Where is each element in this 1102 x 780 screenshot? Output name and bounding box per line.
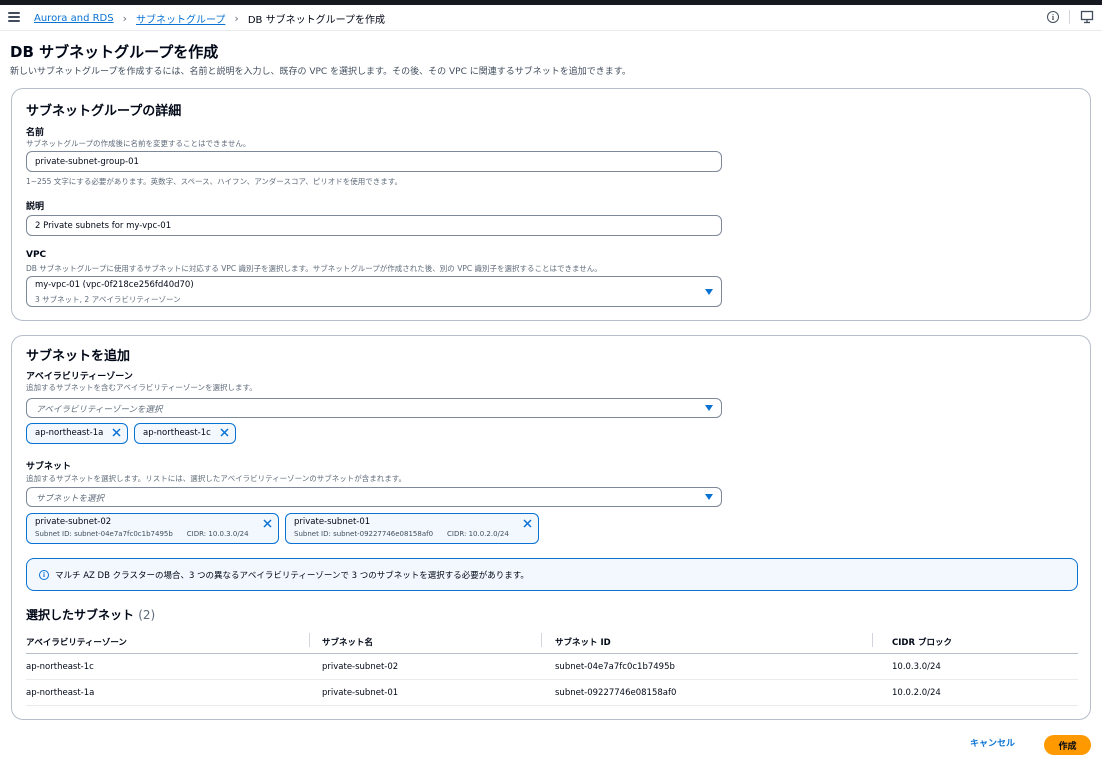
description-label: 説明 [26,202,45,212]
column-divider [541,633,542,647]
vpc-value: my-vpc-01 (vpc-0f218ce256fd40d70) [35,280,194,290]
subnet-token-meta: Subnet ID: subnet-04e7a7fc0c1b7495b CIDR:… [35,530,270,538]
az-label: アベイラビリティーゾーン [26,372,133,382]
close-icon[interactable] [111,427,122,438]
chevron-right-icon: › [122,12,128,25]
table-header: アベイラビリティーゾーン サブネット名 サブネット ID CIDR ブロック [26,628,1078,654]
caret-down-icon [705,494,713,500]
column-divider [309,633,310,647]
close-icon[interactable] [522,518,533,529]
name-description: サブネットグループの作成後に名前を変更することはできません。 [26,139,251,148]
caret-down-icon [705,289,713,295]
cell-subnet-id: subnet-09227746e08158af0 [555,688,677,698]
az-placeholder: アベイラビリティーゾーンを選択 [36,405,163,415]
info-icon[interactable]: i [1047,11,1059,23]
cancel-button[interactable]: キャンセル [970,736,1015,749]
subnet-token: private-subnet-01 Subnet ID: subnet-0922… [285,513,539,544]
cell-subnet-id: subnet-04e7a7fc0c1b7495b [555,662,675,672]
top-bar: Aurora and RDS › サブネットグループ › DB サブネットグルー… [0,5,1102,31]
column-divider [872,633,873,647]
subnet-token-id: Subnet ID: subnet-09227746e08158af0 [294,530,434,538]
subnet-token-meta: Subnet ID: subnet-09227746e08158af0 CIDR:… [294,530,530,538]
name-input[interactable]: private-subnet-group-01 [26,151,722,172]
name-label: 名前 [26,128,45,138]
table-row: ap-northeast-1a private-subnet-01 subnet… [26,680,1078,706]
info-icon: i [39,570,49,580]
table-row: ap-northeast-1c private-subnet-02 subnet… [26,654,1078,680]
breadcrumb-current: DB サブネットグループを作成 [247,15,385,26]
alert-text: マルチ AZ DB クラスターの場合、3 つの異なるアベイラビリティーゾーンで … [55,571,529,581]
subnet-token-cidr: CIDR: 10.0.3.0/24 [186,530,249,538]
close-icon[interactable] [219,427,230,438]
subnet-token-name: private-subnet-02 [35,517,112,527]
caret-down-icon [705,405,713,411]
description-input[interactable]: 2 Private subnets for my-vpc-01 [26,215,722,236]
selected-subnets-title: 選択したサブネット (2) [26,606,155,623]
subnet-token-cidr: CIDR: 10.0.2.0/24 [447,530,509,538]
cell-cidr: 10.0.3.0/24 [892,662,941,672]
az-select[interactable]: アベイラビリティーゾーンを選択 [26,398,722,418]
subnet-token: private-subnet-02 Subnet ID: subnet-04e7… [26,513,279,544]
cell-subnet-name: private-subnet-02 [322,662,399,672]
az-description: 追加するサブネットを含むアベイラビリティーゾーンを選択します。 [26,383,257,392]
chevron-right-icon: › [234,12,239,25]
info-alert: i マルチ AZ DB クラスターの場合、3 つの異なるアベイラビリティーゾーン… [26,558,1078,591]
subnet-select[interactable]: サブネットを選択 [26,487,722,507]
column-header-cidr: CIDR ブロック [892,638,952,648]
az-token-label: ap-northeast-1a [35,428,104,438]
panel-title: サブネットを追加 [26,349,131,364]
breadcrumb-subnet-groups[interactable]: サブネットグループ [136,11,225,26]
breadcrumb: Aurora and RDS › サブネットグループ › DB サブネットグルー… [34,11,385,26]
subnet-placeholder: サブネットを選択 [36,494,105,504]
vpc-description: DB サブネットグループに使用するサブネットに対応する VPC 識別子を選択しま… [26,264,602,273]
add-subnets-panel: サブネットを追加 アベイラビリティーゾーン 追加するサブネットを含むアベイラビリ… [11,335,1091,720]
close-icon[interactable] [262,518,273,529]
name-constraint: 1~255 文字にする必要があります。英数字、スペース、ハイフン、アンダースコア… [26,177,403,186]
selected-subnets-count: (2) [138,608,156,622]
vpc-subtext: 3 サブネット, 2 アベイラビリティーゾーン [35,295,181,304]
page-description: 新しいサブネットグループを作成するには、名前と説明を入力し、既存の VPC を選… [10,67,631,77]
create-button[interactable]: 作成 [1044,735,1091,755]
subnet-description: 追加するサブネットを選択します。リストには、選択したアベイラビリティーゾーンのサ… [26,474,407,483]
monitor-icon[interactable] [1080,10,1094,24]
column-header-subnet-name: サブネット名 [322,638,374,648]
az-token: ap-northeast-1c [134,423,236,444]
cell-az: ap-northeast-1a [26,688,95,698]
az-token-label: ap-northeast-1c [143,428,211,438]
column-header-subnet-id: サブネット ID [555,638,611,648]
subnet-token-name: private-subnet-01 [294,517,371,527]
subnet-token-id: Subnet ID: subnet-04e7a7fc0c1b7495b [35,530,173,538]
selected-subnets-label: 選択したサブネット [26,608,135,622]
subnet-group-details-panel: サブネットグループの詳細 名前 サブネットグループの作成後に名前を変更することは… [11,88,1091,321]
breadcrumb-aurora-rds[interactable]: Aurora and RDS [34,13,114,24]
top-icons: i [1047,10,1094,24]
vpc-label: VPC [26,250,47,260]
cell-subnet-name: private-subnet-01 [322,688,399,698]
column-header-az: アベイラビリティーゾーン [26,638,127,648]
divider [1069,10,1070,24]
page-title: DB サブネットグループを作成 [10,43,219,61]
subnet-label: サブネット [26,462,72,472]
cell-az: ap-northeast-1c [26,662,94,672]
az-token: ap-northeast-1a [26,423,128,444]
panel-title: サブネットグループの詳細 [26,104,182,119]
menu-icon[interactable] [8,12,20,22]
vpc-select[interactable]: my-vpc-01 (vpc-0f218ce256fd40d70) 3 サブネッ… [26,276,722,307]
cell-cidr: 10.0.2.0/24 [892,688,941,698]
